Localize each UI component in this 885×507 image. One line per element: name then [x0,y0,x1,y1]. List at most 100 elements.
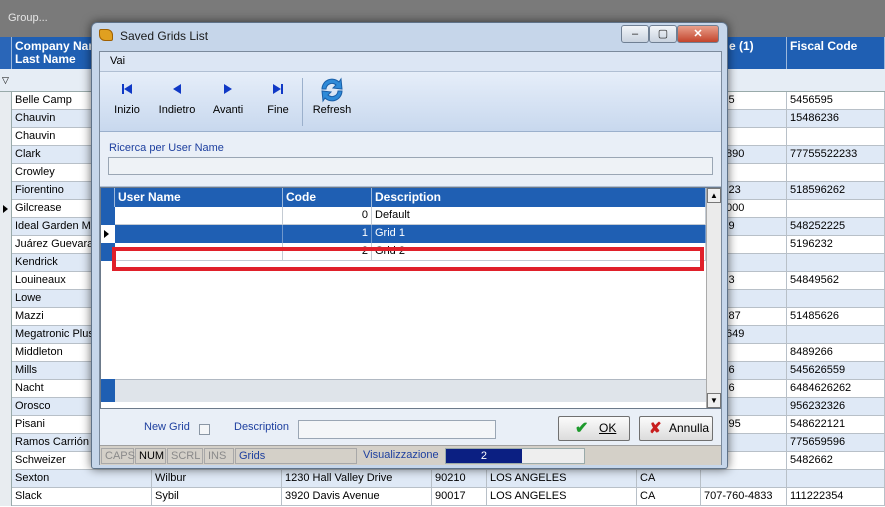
prev-button[interactable]: Indietro [152,72,202,132]
row-selector[interactable] [0,110,12,128]
grid-cell-user[interactable] [115,225,283,243]
table-row[interactable]: Sexton Wilbur 1230 Hall Valley Drive 90210 L… [0,470,885,488]
cell-fiscal[interactable] [787,254,885,272]
cell-first[interactable]: Sybil [152,488,282,506]
cell-zip[interactable]: 90210 [432,470,487,488]
row-selector[interactable] [0,398,12,416]
row-selector[interactable] [0,272,12,290]
grid-cell-user[interactable] [115,243,283,261]
cell-fiscal[interactable]: 54849562 [787,272,885,290]
row-selector[interactable] [0,488,12,506]
cell-fiscal[interactable]: 6484626262 [787,380,885,398]
row-selector[interactable] [0,452,12,470]
grid-cell-description[interactable]: Default [372,207,706,225]
cancel-button[interactable]: ✘ Annulla [639,416,713,441]
maximize-button[interactable]: ▢ [649,25,677,43]
row-selector[interactable] [0,200,12,218]
grid-row-selector[interactable] [101,243,115,261]
grid-row-selector[interactable] [101,207,115,225]
vertical-scrollbar[interactable]: ▲ ▼ [706,188,721,408]
last-button[interactable]: Fine [260,72,296,132]
cell-fiscal[interactable] [787,470,885,488]
table-row[interactable]: Slack Sybil 3920 Davis Avenue 90017 LOS ANGE… [0,488,885,506]
ok-button[interactable]: ✔ OK [558,416,630,441]
scroll-down-icon[interactable]: ▼ [707,393,721,408]
row-selector[interactable] [0,164,12,182]
row-selector[interactable] [0,290,12,308]
cell-fiscal[interactable] [787,128,885,146]
cell-fiscal[interactable]: 111222354 [787,488,885,506]
minimize-button[interactable]: – [621,25,649,43]
row-selector[interactable] [0,362,12,380]
row-selector[interactable] [0,236,12,254]
scroll-up-icon[interactable]: ▲ [707,188,721,203]
header-user-name[interactable]: User Name [115,188,283,207]
cell-fiscal[interactable]: 51485626 [787,308,885,326]
row-selector[interactable] [0,380,12,398]
row-selector[interactable] [0,434,12,452]
new-grid-checkbox[interactable] [199,424,210,435]
cell-fiscal[interactable]: 548622121 [787,416,885,434]
column-chooser-icon[interactable] [0,37,12,69]
cell-fiscal[interactable]: 5456595 [787,92,885,110]
cell-name[interactable]: Slack [12,488,152,506]
cell-address[interactable]: 1230 Hall Valley Drive [282,470,432,488]
cell-name[interactable]: Sexton [12,470,152,488]
header-fiscal-code[interactable]: Fiscal Code [787,37,885,69]
row-selector[interactable] [0,182,12,200]
cell-zip[interactable]: 90017 [432,488,487,506]
row-selector[interactable] [0,146,12,164]
cell-fiscal[interactable] [787,326,885,344]
grid-row[interactable]: 1 Grid 1 [101,225,706,243]
cell-fiscal[interactable]: 518596262 [787,182,885,200]
grid-cell-description[interactable]: Grid 2 [372,243,706,261]
cell-fiscal[interactable]: 548252225 [787,218,885,236]
cell-fiscal[interactable]: 8489266 [787,344,885,362]
row-selector[interactable] [0,218,12,236]
menu-vai[interactable]: Vai [100,52,721,72]
row-selector[interactable] [0,308,12,326]
cell-address[interactable]: 3920 Davis Avenue [282,488,432,506]
cell-fiscal[interactable]: 5196232 [787,236,885,254]
grid-row[interactable]: 0 Default [101,207,706,225]
row-selector[interactable] [0,92,12,110]
cell-phone[interactable]: 707-760-4833 [701,488,787,506]
cell-fiscal[interactable] [787,164,885,182]
cell-fiscal[interactable] [787,290,885,308]
refresh-button[interactable]: Refresh [307,72,357,132]
grid-cell-code[interactable]: 1 [283,225,372,243]
grid-row-selector[interactable] [101,225,115,243]
cell-fiscal[interactable]: 77755522233 [787,146,885,164]
row-selector[interactable] [0,128,12,146]
cell-city[interactable]: LOS ANGELES [487,488,637,506]
cell-city[interactable]: LOS ANGELES [487,470,637,488]
header-description[interactable]: Description [372,188,706,207]
cell-fiscal[interactable]: 956232326 [787,398,885,416]
row-selector[interactable] [0,254,12,272]
row-selector[interactable] [0,344,12,362]
close-button[interactable]: ✕ [677,25,719,43]
grid-cell-code[interactable]: 2 [283,243,372,261]
cell-fiscal[interactable]: 775659596 [787,434,885,452]
first-button[interactable]: Inizio [107,72,147,132]
cell-fiscal[interactable]: 15486236 [787,110,885,128]
row-selector[interactable] [0,470,12,488]
grid-cell-code[interactable]: 0 [283,207,372,225]
row-selector[interactable] [0,326,12,344]
cell-st[interactable]: CA [637,470,701,488]
search-input[interactable] [108,157,713,175]
column-chooser-icon[interactable] [101,188,115,207]
cell-phone[interactable] [701,470,787,488]
row-selector[interactable] [0,416,12,434]
cell-fiscal[interactable]: 5482662 [787,452,885,470]
cell-fiscal[interactable]: 545626559 [787,362,885,380]
cell-fiscal[interactable] [787,200,885,218]
header-code[interactable]: Code [283,188,372,207]
cell-first[interactable]: Wilbur [152,470,282,488]
description-input[interactable] [298,420,496,439]
grid-cell-description[interactable]: Grid 1 [372,225,706,243]
grid-cell-user[interactable] [115,207,283,225]
next-button[interactable]: Avanti [206,72,250,132]
grid-row[interactable]: 2 Grid 2 [101,243,706,261]
cell-st[interactable]: CA [637,488,701,506]
